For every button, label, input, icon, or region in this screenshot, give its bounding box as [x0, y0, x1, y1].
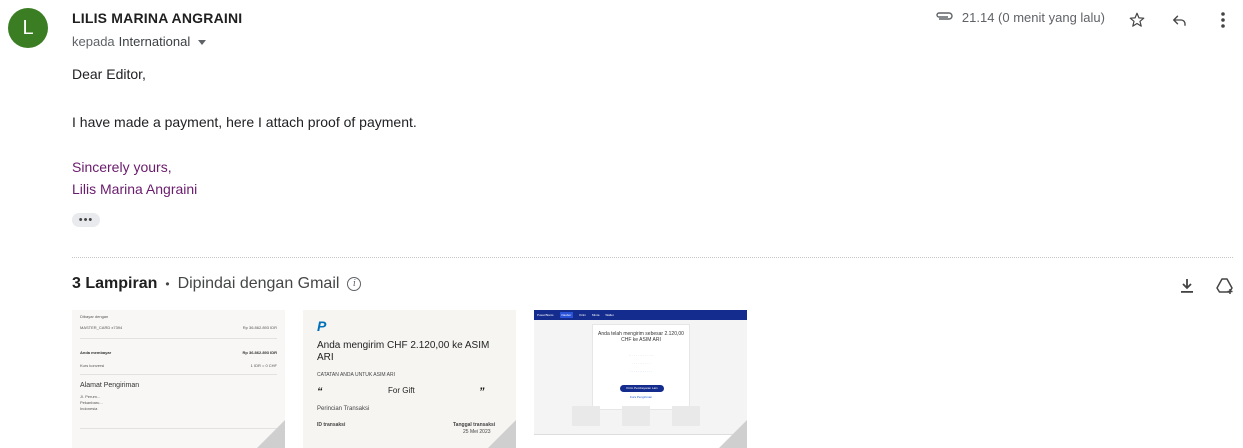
open-quote: “ — [317, 386, 323, 398]
signature-closing: Sincerely yours, — [72, 159, 172, 175]
reply-icon[interactable] — [1165, 6, 1193, 34]
gift-note: For Gift — [388, 386, 415, 395]
close-quote: ” — [479, 386, 485, 398]
recipient-line[interactable]: kepada International — [72, 34, 207, 49]
rate-row: Kurs konversi 1 IDR = 0 CHF — [80, 363, 277, 368]
rate-value: 1 IDR = 0 CHF — [250, 363, 277, 368]
scan-label: Dipindai dengan Gmail — [177, 275, 340, 292]
send-link: Kurs Pengiriman — [629, 395, 653, 399]
nav-item: Minta — [592, 313, 600, 317]
signature-name: Lilis Marina Angraini — [72, 181, 198, 197]
confirmation-title: Anda telah mengirim sebesar 2.120,00 CHF… — [598, 331, 684, 343]
you-paid-label: Anda membayar — [80, 350, 112, 355]
attachment-thumbnail-2[interactable]: P Anda mengirim CHF 2.120,00 ke ASIM ARI… — [303, 310, 516, 448]
ghost-block — [672, 406, 700, 426]
address-title-row: Alamat Pengiriman — [80, 382, 277, 389]
nav-item: Wallet — [605, 313, 614, 317]
paperclip-icon — [934, 10, 954, 25]
address-line: Pekanbaru... — [80, 400, 277, 405]
rate-label: Kurs konversi — [80, 363, 105, 368]
page-fold — [719, 420, 747, 448]
page-fold — [488, 420, 516, 448]
transaction-date: 25 Mei 2023 — [463, 429, 491, 435]
paid-with-label: Dibayar dengan — [80, 314, 109, 319]
avatar[interactable]: L — [8, 8, 48, 48]
attachments-count: 3 Lampiran — [72, 275, 158, 292]
placeholder-link: · · · · · · · · · · · · — [630, 369, 652, 373]
you-paid-amount: Rp 36.862.893 IDR — [242, 350, 277, 355]
star-icon[interactable] — [1123, 6, 1151, 34]
ghost-block — [572, 406, 600, 426]
divider — [80, 374, 277, 375]
paypal-nav: Pusat Bisnis Dasbor Kirim Minta Wallet — [534, 310, 747, 320]
sender-name: LILIS MARINA ANGRAINI — [72, 10, 243, 26]
greeting: Dear Editor, — [72, 66, 146, 82]
recipient-name: International — [118, 34, 191, 49]
divider — [72, 257, 1233, 258]
show-trimmed-content-button[interactable]: ••• — [72, 213, 100, 227]
address-line-3: Indonesia — [80, 406, 98, 411]
bottom-bar — [534, 434, 747, 448]
message-time: 21.14 (0 menit yang lalu) — [961, 10, 1105, 25]
divider — [80, 428, 277, 429]
paypal-logo: P — [317, 318, 327, 334]
nav-item: Kirim — [579, 313, 587, 317]
avatar-letter: L — [22, 16, 34, 39]
divider — [80, 338, 277, 339]
attachment-thumbnail-3[interactable]: Pusat Bisnis Dasbor Kirim Minta Wallet A… — [534, 310, 747, 448]
recipient-prefix: kepada — [72, 34, 115, 49]
download-icon[interactable] — [1173, 272, 1201, 300]
card-amount: Rp 36.862.893 IDR — [242, 325, 277, 330]
transaction-details: Perincian Transaksi — [317, 406, 370, 412]
address-line-2: Pekanbaru... — [80, 400, 103, 405]
more-vert-icon[interactable] — [1209, 6, 1237, 34]
payment-headline: Anda mengirim CHF 2.120,00 ke ASIM ARI — [317, 340, 490, 363]
placeholder-text: · · · · · · · · · · · · · · — [628, 353, 654, 357]
ghost-block — [622, 406, 650, 426]
transaction-id-label: ID transaksi — [317, 422, 346, 428]
you-paid-row: Anda membayar Rp 36.862.893 IDR — [80, 350, 277, 355]
body-paragraph: I have made a payment, here I attach pro… — [72, 114, 417, 130]
nav-item: Pusat Bisnis — [537, 313, 554, 317]
card-row: MASTER_CARD x7394 Rp 36.862.893 IDR — [80, 325, 277, 330]
send-again-button: Kirim Pembayaran Lain — [620, 385, 664, 392]
address-title: Alamat Pengiriman — [80, 382, 140, 389]
address-line: Indonesia — [80, 406, 277, 411]
chevron-down-icon[interactable] — [198, 40, 207, 45]
address-line: Jl. Perum... — [80, 394, 277, 399]
confirmation-card: Anda telah mengirim sebesar 2.120,00 CHF… — [592, 324, 690, 410]
message-meta: 21.14 (0 menit yang lalu) — [934, 10, 1105, 25]
note-label: CATATAN ANDA UNTUK ASIM ARI — [317, 372, 395, 378]
paid-with-row: Dibayar dengan — [80, 314, 277, 319]
card-label: MASTER_CARD x7394 — [80, 325, 123, 330]
separator: • — [165, 277, 170, 291]
address-line-1: Jl. Perum... — [80, 394, 101, 399]
attachments-header: 3 Lampiran • Dipindai dengan Gmail i — [72, 275, 362, 293]
info-icon[interactable]: i — [347, 277, 362, 291]
attachment-thumbnail-1[interactable]: Dibayar dengan MASTER_CARD x7394 Rp 36.86… — [72, 310, 285, 448]
placeholder-text: · · · · · · · · · · — [632, 361, 650, 365]
add-to-drive-icon[interactable] — [1211, 272, 1239, 300]
page-fold — [257, 420, 285, 448]
nav-item-active: Dasbor — [559, 312, 574, 318]
